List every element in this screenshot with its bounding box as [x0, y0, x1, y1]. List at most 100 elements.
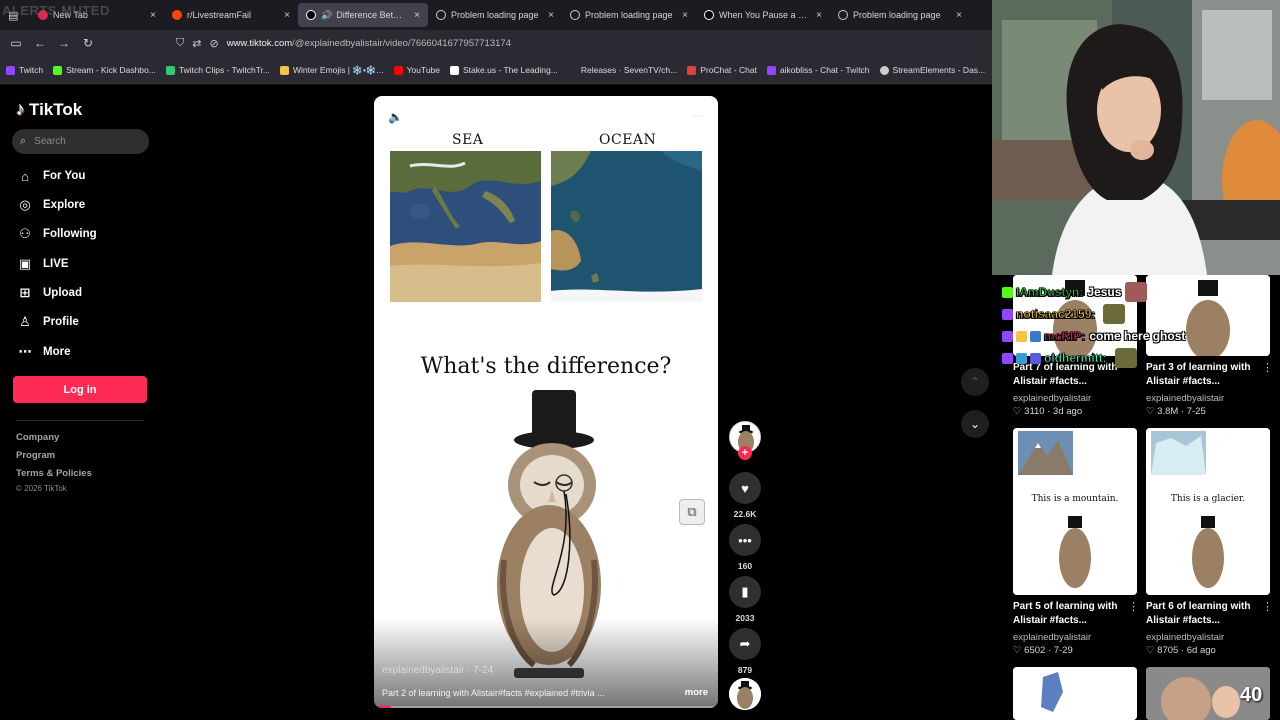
streamelements-icon: [879, 65, 889, 75]
tab-problem-loading[interactable]: Problem loading page ×: [562, 0, 696, 30]
bookmark-twitch[interactable]: Twitch: [6, 65, 43, 75]
share-count: 879: [737, 665, 753, 675]
sidebar-item-for-you[interactable]: ⌂ For You: [16, 166, 85, 186]
tab-label: Problem loading page: [585, 10, 673, 20]
tab-label: Problem loading page: [853, 10, 941, 20]
reload-icon[interactable]: ↻: [76, 36, 100, 50]
glacier-owl-thumbnail-image: [1146, 428, 1270, 595]
next-video-button[interactable]: ⌄: [961, 410, 989, 438]
bookmark-label: Winter Emojis | ❄️•❄️...: [293, 64, 384, 75]
shield-icon[interactable]: ⛉: [176, 37, 184, 50]
divider: [16, 420, 144, 421]
tiktok-note-icon: ♪: [16, 99, 25, 119]
post-date: 7-25: [1186, 406, 1206, 417]
close-icon[interactable]: ×: [284, 10, 290, 21]
recommended-thumbnail[interactable]: This is a mountain.: [1013, 428, 1137, 595]
save-action[interactable]: ▮ 2033: [729, 576, 761, 623]
chat-message: mcRIP: come here ghost: [1002, 325, 1212, 347]
bookmark-youtube[interactable]: YouTube: [393, 65, 441, 75]
like-count: 8705: [1157, 645, 1179, 656]
permissions-icon[interactable]: ⇄: [192, 37, 201, 50]
url-bar[interactable]: ⛉ ⇄ ⊘ www.tiktok.com /@explainedbyalista…: [176, 33, 976, 53]
footer-link-terms[interactable]: Terms & Policies: [16, 468, 92, 479]
close-icon[interactable]: ×: [150, 10, 156, 21]
recommended-thumbnail[interactable]: [1013, 667, 1137, 720]
alerts-muted-overlay: ALERTS MUTED: [2, 3, 110, 18]
sidebar-item-profile[interactable]: ♙ Profile: [16, 312, 79, 332]
sidebar-item-more[interactable]: ⋯ More: [16, 342, 71, 362]
sidebar-item-upload[interactable]: ⊞ Upload: [16, 283, 82, 303]
close-icon[interactable]: ×: [956, 10, 962, 21]
footer-link-program[interactable]: Program: [16, 450, 55, 461]
bookmark-label: YouTube: [406, 65, 441, 75]
like-action[interactable]: ♥ 22.6K: [729, 472, 761, 519]
video-options-icon[interactable]: ···: [692, 108, 704, 122]
share-icon[interactable]: ➦: [729, 628, 761, 660]
sidebar-item-following[interactable]: ⚇ Following: [16, 224, 97, 244]
footer-link-company[interactable]: Company: [16, 432, 59, 443]
tiktok-logo[interactable]: ♪ TikTok: [16, 99, 82, 120]
bookmark-seventv[interactable]: Releases · SevenTV/ch...: [567, 65, 678, 75]
recommended-title[interactable]: Part 5 of learning with Alistair #facts.…: [1013, 600, 1131, 628]
follow-plus-button[interactable]: +: [738, 446, 752, 460]
sidebar-item-label: Following: [43, 228, 97, 240]
recommended-thumbnail[interactable]: This is a glacier.: [1146, 428, 1270, 595]
mediterranean-sea-map: [390, 151, 541, 302]
comment-icon[interactable]: •••: [729, 524, 761, 556]
previous-video-button[interactable]: ⌃: [961, 368, 989, 396]
more-options-icon[interactable]: ⋮: [1262, 600, 1273, 613]
sidebar-item-explore[interactable]: ◎ Explore: [16, 195, 85, 215]
bookmark-label: Releases · SevenTV/ch...: [580, 65, 678, 75]
tab-livestreamfail[interactable]: r/LivestreamFail ×: [164, 0, 298, 30]
emote-icon: [1103, 304, 1126, 324]
video-player[interactable]: 🔈 ··· SEA OCEAN What's the difference? ⧉…: [374, 96, 718, 708]
recommended-title[interactable]: Part 6 of learning with Alistair #facts.…: [1146, 600, 1264, 628]
bookmark-winter-emojis[interactable]: Winter Emojis | ❄️•❄️...: [280, 65, 384, 76]
sound-disc-avatar[interactable]: [729, 678, 761, 710]
picture-in-picture-button[interactable]: ⧉: [679, 499, 705, 525]
tab-problem-loading[interactable]: Problem loading page ×: [428, 0, 562, 30]
recommended-author[interactable]: explainedbyalistair: [1013, 393, 1091, 404]
close-icon[interactable]: ×: [414, 10, 420, 21]
comment-action[interactable]: ••• 160: [729, 524, 761, 571]
mute-icon[interactable]: ⊘: [209, 37, 218, 50]
volume-icon[interactable]: 🔈: [388, 110, 403, 124]
mountain-owl-thumbnail-image: [1013, 428, 1137, 595]
viewer-count: 40: [1240, 684, 1263, 706]
sidebar-toggle-icon[interactable]: ▭: [4, 36, 28, 50]
recommended-author[interactable]: explainedbyalistair: [1146, 632, 1224, 643]
bookmark-icon[interactable]: ▮: [729, 576, 761, 608]
sidebar-item-live[interactable]: ▣ LIVE: [16, 254, 69, 274]
back-icon[interactable]: ←: [28, 36, 52, 50]
close-icon[interactable]: ×: [682, 10, 688, 21]
more-options-icon[interactable]: ⋮: [1128, 600, 1139, 613]
bookmark-streamelements[interactable]: StreamElements - Das...: [879, 65, 985, 75]
bookmark-label: Twitch: [19, 65, 44, 75]
search-input[interactable]: ⌕ Search: [12, 129, 149, 154]
bookmark-prochat[interactable]: ProChat - Chat: [687, 65, 757, 75]
thumbnail-caption: This is a mountain.: [1031, 494, 1119, 504]
url-path: /@explainedbyalistair/video/766604167795…: [292, 37, 511, 49]
heart-icon[interactable]: ♥: [729, 472, 761, 504]
caption-more-button[interactable]: more: [685, 687, 708, 698]
bookmark-kick[interactable]: Stream - Kick Dashbo...: [53, 65, 156, 75]
share-action[interactable]: ➦ 879: [729, 628, 761, 675]
bookmark-stake[interactable]: Stake.us - The Leading...: [450, 65, 558, 75]
speaker-icon[interactable]: 🔊: [321, 10, 332, 21]
bookmark-label: aikobliss - Chat - Twitch: [779, 65, 870, 75]
video-author[interactable]: explainedbyalistair · 7-24: [382, 665, 493, 676]
video-progress-bar[interactable]: [374, 706, 718, 708]
close-icon[interactable]: ×: [548, 10, 554, 21]
bookmark-aikobliss-chat[interactable]: aikobliss - Chat - Twitch: [766, 65, 870, 75]
tab-when-you-pause[interactable]: When You Pause a Show to ×: [696, 0, 830, 30]
tab-difference-between[interactable]: 🔊 Difference Between: Fa ×: [298, 3, 428, 27]
bookmark-twitch-clips[interactable]: Twitch Clips - TwitchTr...: [165, 65, 270, 75]
recommended-author[interactable]: explainedbyalistair: [1013, 632, 1091, 643]
forward-icon[interactable]: →: [52, 36, 76, 50]
sub-badge-icon: [1030, 352, 1041, 364]
close-icon[interactable]: ×: [816, 10, 822, 21]
tab-problem-loading[interactable]: Problem loading page ×: [830, 0, 970, 30]
login-button[interactable]: Log in: [13, 376, 147, 403]
more-options-icon[interactable]: ⋮: [1262, 361, 1273, 374]
recommended-author[interactable]: explainedbyalistair: [1146, 393, 1224, 404]
